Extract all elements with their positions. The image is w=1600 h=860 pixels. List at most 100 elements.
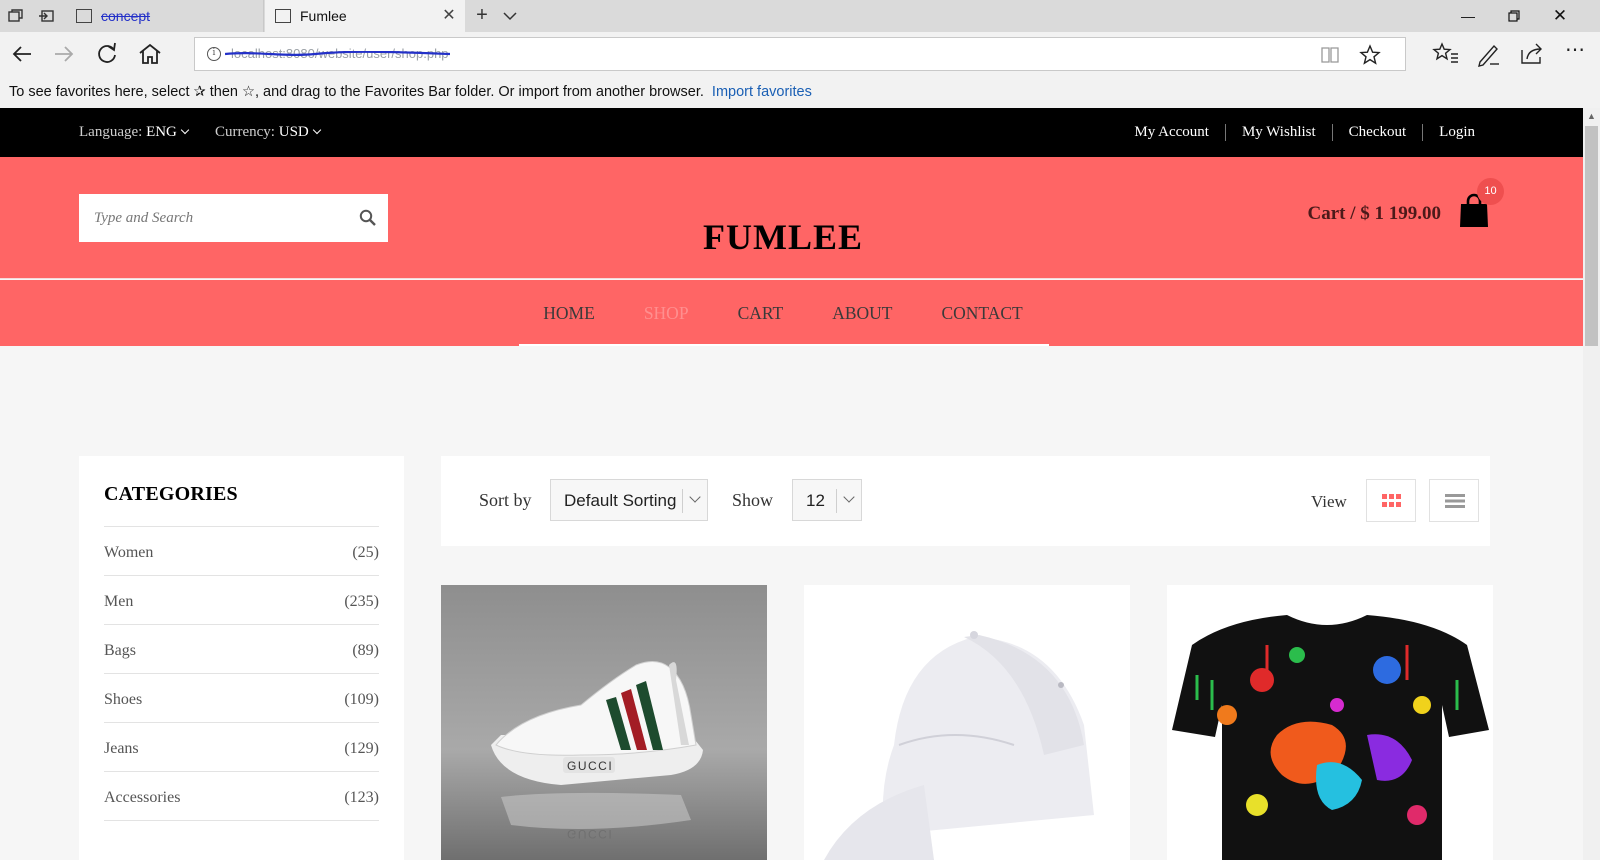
- tab-title: concept: [101, 8, 151, 24]
- more-icon[interactable]: ⋯: [1558, 38, 1592, 70]
- product-card[interactable]: [804, 585, 1130, 860]
- checkout-link[interactable]: Checkout: [1331, 124, 1423, 141]
- site-header: FUMLEE Cart / $ 1 199.00 10: [0, 157, 1583, 278]
- sneaker-reflection-text: GUCCI: [567, 827, 613, 841]
- category-shoes[interactable]: Shoes (109): [104, 674, 379, 723]
- minimize-icon[interactable]: —: [1445, 0, 1491, 32]
- import-favorites-link[interactable]: Import favorites: [712, 84, 812, 100]
- main-menu: HOME SHOP CART ABOUT CONTACT: [0, 280, 1566, 346]
- category-jeans[interactable]: Jeans (129): [104, 723, 379, 772]
- close-tab-icon[interactable]: ✕: [439, 6, 459, 26]
- currency-selector[interactable]: Currency: USD: [215, 124, 321, 141]
- category-name: Shoes: [104, 691, 143, 708]
- category-count: (89): [352, 642, 379, 659]
- favorites-bar-message: To see favorites here, select ✰ then ☆, …: [9, 84, 704, 100]
- menu-about[interactable]: ABOUT: [808, 280, 917, 346]
- reading-view-icon[interactable]: [1319, 44, 1341, 66]
- show-select[interactable]: 12: [792, 479, 862, 521]
- category-name: Women: [104, 544, 154, 561]
- my-account-link[interactable]: My Account: [1118, 124, 1225, 141]
- divider: [836, 489, 837, 513]
- login-link[interactable]: Login: [1422, 124, 1475, 141]
- language-selector[interactable]: Language: ENG: [79, 124, 190, 141]
- page-icon: [76, 9, 92, 23]
- paint-splatter-tshirt-icon: [1167, 585, 1493, 860]
- restore-icon[interactable]: [1491, 0, 1537, 32]
- sort-select[interactable]: Default Sorting: [550, 479, 708, 521]
- browser-nav-bar: i localhost:8080/website/user/shop.php ⋯: [0, 32, 1600, 76]
- category-men[interactable]: Men (235): [104, 576, 379, 625]
- tab-actions-icon[interactable]: [7, 7, 25, 25]
- site-info-icon[interactable]: i: [207, 47, 221, 61]
- close-window-icon[interactable]: ✕: [1537, 0, 1583, 32]
- home-icon[interactable]: [134, 38, 166, 70]
- scroll-up-arrow-icon[interactable]: ▲: [1583, 108, 1600, 125]
- grid-view-button[interactable]: [1366, 479, 1416, 522]
- my-wishlist-link[interactable]: My Wishlist: [1224, 124, 1332, 141]
- refresh-icon[interactable]: [91, 38, 123, 70]
- top-bar: Language: ENG Currency: USD My Account M…: [0, 108, 1583, 157]
- category-name: Accessories: [104, 789, 181, 806]
- white-cap-icon: [804, 585, 1130, 860]
- cart-count-badge: 10: [1477, 178, 1504, 205]
- sort-label: Sort by: [479, 490, 532, 510]
- browser-tab-bar: concept Fumlee ✕ + — ✕: [0, 0, 1600, 32]
- chevron-down-icon: [689, 491, 701, 503]
- website-viewport: Language: ENG Currency: USD My Account M…: [0, 108, 1583, 860]
- white-sneaker-icon: GUCCI GUCCI: [441, 585, 767, 860]
- shop-toolbar: Sort by Default Sorting Show 12 View: [441, 456, 1490, 546]
- category-count: (25): [352, 544, 379, 561]
- header-divider: [0, 278, 1583, 279]
- list-icon: [1445, 494, 1465, 508]
- chevron-down-icon[interactable]: [502, 8, 518, 24]
- category-women[interactable]: Women (25): [104, 527, 379, 576]
- chevron-down-icon: [312, 125, 321, 135]
- currency-label: Currency:: [215, 124, 275, 140]
- menu-cart[interactable]: CART: [713, 280, 808, 346]
- list-view-button[interactable]: [1429, 479, 1479, 522]
- chevron-down-icon: [843, 491, 855, 503]
- menu-home[interactable]: HOME: [519, 280, 620, 346]
- favorite-star-icon[interactable]: [1359, 44, 1381, 66]
- sort-value: Default Sorting: [564, 491, 677, 510]
- view-label: View: [1311, 492, 1347, 511]
- currency-value: USD: [278, 124, 309, 140]
- category-name: Jeans: [104, 740, 139, 757]
- category-accessories[interactable]: Accessories (123): [104, 772, 379, 821]
- category-list: Women (25) Men (235) Bags (89) Shoes (109) J…: [104, 527, 379, 821]
- divider: [682, 489, 683, 513]
- menu-shop[interactable]: SHOP: [619, 280, 713, 346]
- category-name: Men: [104, 593, 134, 610]
- cart-total[interactable]: Cart / $ 1 199.00: [1307, 203, 1441, 225]
- back-icon[interactable]: [6, 38, 38, 70]
- menu-contact[interactable]: CONTACT: [917, 280, 1047, 346]
- scrollbar-thumb[interactable]: [1585, 126, 1598, 346]
- tab-title: Fumlee: [300, 8, 347, 24]
- favorites-hub-icon[interactable]: [1429, 38, 1463, 70]
- show-value: 12: [806, 491, 825, 510]
- product-card[interactable]: GUCCI GUCCI: [441, 585, 767, 860]
- category-count: (109): [344, 691, 379, 708]
- address-bar[interactable]: i localhost:8080/website/user/shop.php: [194, 37, 1406, 71]
- redaction-scribble: [225, 51, 450, 56]
- favorites-bar: To see favorites here, select ✰ then ☆, …: [0, 76, 1600, 108]
- categories-sidebar: CATEGORIES Women (25) Men (235) Bags (89) S…: [79, 456, 404, 860]
- language-value: ENG: [146, 124, 177, 140]
- show-label: Show: [732, 490, 774, 510]
- share-icon[interactable]: [1515, 38, 1549, 70]
- set-tabs-aside-icon[interactable]: [38, 7, 56, 25]
- product-card[interactable]: [1167, 585, 1493, 860]
- page-icon: [275, 9, 291, 23]
- menu-underline: [519, 344, 1049, 346]
- main-menu-bar: HOME SHOP CART ABOUT CONTACT: [0, 280, 1583, 346]
- category-name: Bags: [104, 642, 136, 659]
- new-tab-icon[interactable]: +: [466, 0, 498, 32]
- language-label: Language:: [79, 124, 143, 140]
- forward-icon[interactable]: [48, 38, 80, 70]
- category-bags[interactable]: Bags (89): [104, 625, 379, 674]
- sneaker-brand-text: GUCCI: [567, 759, 613, 773]
- tab-fumlee[interactable]: Fumlee ✕: [265, 0, 465, 32]
- tab-concept[interactable]: concept: [66, 0, 264, 32]
- category-count: (235): [344, 593, 379, 610]
- web-note-pen-icon[interactable]: [1472, 38, 1506, 70]
